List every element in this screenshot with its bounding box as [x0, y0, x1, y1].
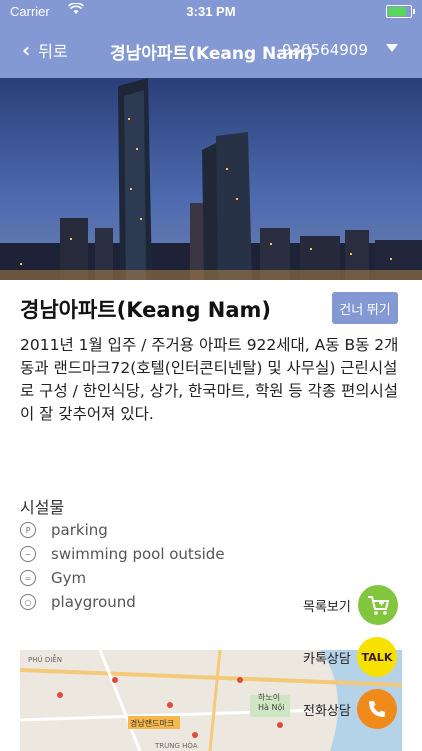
kakao-talk-button[interactable]: TALK [357, 637, 397, 677]
phone-call-button[interactable] [357, 689, 397, 729]
facility-label: playground [51, 593, 136, 611]
chevron-left-icon: ‹ [22, 38, 31, 62]
pool-icon: ~ [20, 546, 36, 562]
map-label: TRUNG HÒA [154, 741, 198, 750]
phone-consult-label: 전화상담 [303, 704, 351, 719]
facility-item: ~ swimming pool outside [20, 542, 225, 566]
skip-button[interactable]: 건너 뛰기 [332, 292, 398, 324]
facility-item: P parking [20, 518, 225, 542]
list-view-button[interactable] [358, 585, 398, 625]
parking-icon: P [20, 522, 36, 538]
facility-label: Gym [51, 569, 87, 587]
map-label: 경남랜드마크 [130, 718, 174, 728]
nav-bar: ‹ 뒤로 경남아파트(Keang Nam) 936564909 [0, 30, 422, 70]
battery-icon [386, 5, 415, 18]
facilities-heading: 시설물 [20, 498, 65, 517]
cart-icon [368, 596, 390, 615]
hero-image [0, 78, 422, 280]
list-view-label: 목록보기 [303, 600, 351, 615]
top-bar: Carrier 3:31 PM ‹ 뒤로 경남아파트(Keang Nam) 93… [0, 0, 422, 78]
facility-label: swimming pool outside [51, 545, 225, 563]
phone-icon [369, 701, 385, 717]
map-label: Hà Nội [258, 702, 285, 712]
kakao-consult-label: 카톡상담 [303, 652, 351, 667]
facilities-list: P parking ~ swimming pool outside = Gym … [20, 518, 225, 614]
listing-description: 2011년 1월 입주 / 주거용 아파트 922세대, A동 B동 2개동과 … [20, 336, 399, 423]
map-label: PHÚ DIỄN [28, 654, 62, 664]
listing-title: 경남아파트(Keang Nam) [20, 298, 272, 322]
facility-item: = Gym [20, 566, 225, 590]
dumbbell-icon: = [20, 570, 36, 586]
playground-icon: ○ [20, 594, 36, 610]
back-button[interactable]: ‹ 뒤로 [22, 38, 68, 62]
talk-bubble-icon: TALK [361, 650, 393, 664]
status-bar: Carrier 3:31 PM [0, 0, 422, 24]
facility-label: parking [51, 521, 108, 539]
phone-number[interactable]: 936564909 [282, 41, 368, 59]
clock: 3:31 PM [186, 4, 236, 19]
caret-down-icon[interactable] [386, 44, 398, 52]
map-label: 하노이 [258, 692, 280, 702]
facility-item: ○ playground [20, 590, 225, 614]
back-label: 뒤로 [38, 42, 68, 61]
